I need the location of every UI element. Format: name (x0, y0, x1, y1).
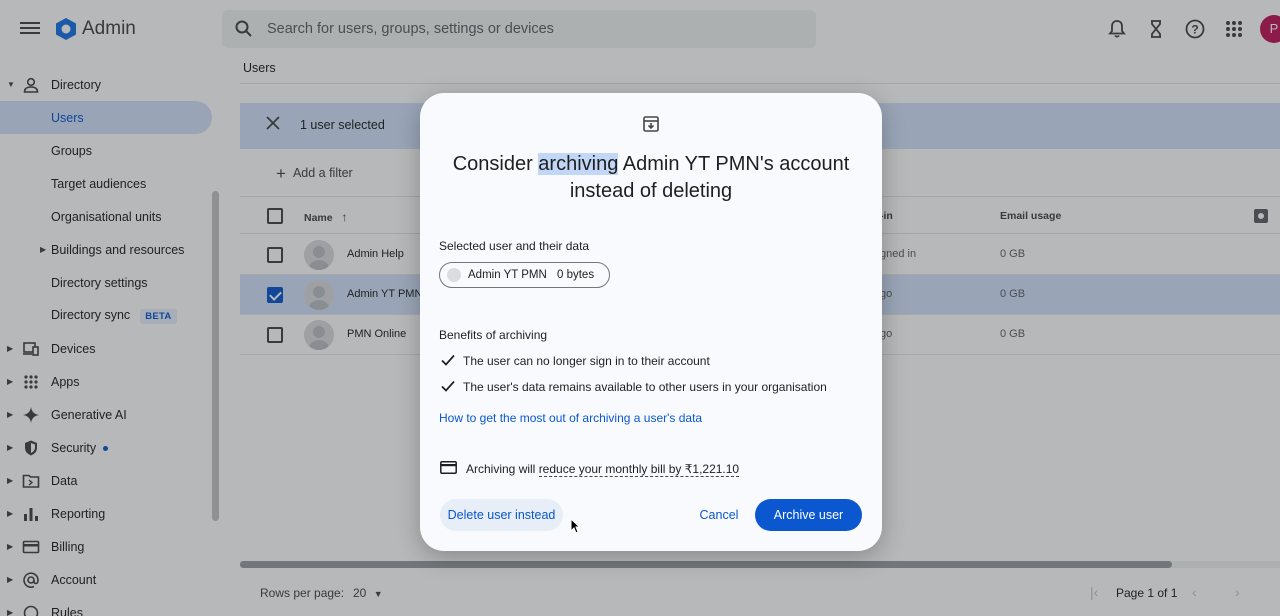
mouse-cursor-icon (570, 518, 580, 534)
chip-data-size: 0 bytes (557, 269, 595, 281)
chip-user-name: Admin YT PMN (468, 269, 547, 281)
dialog-title: Consider archiving Admin YT PMN's accoun… (452, 153, 850, 202)
bill-savings-tooltip[interactable]: reduce your monthly bill by ₹1,221.10 (538, 462, 740, 477)
archive-icon (643, 116, 659, 132)
avatar (447, 268, 461, 282)
selected-user-label: Selected user and their data (439, 239, 590, 253)
selected-user-chip: Admin YT PMN 0 bytes (439, 262, 610, 288)
archive-dialog: Consider archiving Admin YT PMN's accoun… (420, 93, 882, 551)
delete-user-instead-button[interactable]: Delete user instead (440, 499, 563, 531)
benefit-text: The user can no longer sign in to their … (463, 354, 710, 368)
credit-card-icon (440, 461, 457, 474)
cancel-button[interactable]: Cancel (690, 499, 748, 531)
check-icon (441, 354, 455, 366)
archive-user-button[interactable]: Archive user (755, 499, 862, 531)
benefit-text: The user's data remains available to oth… (463, 380, 827, 394)
check-icon (441, 380, 455, 392)
archiving-help-link[interactable]: How to get the most out of archiving a u… (439, 411, 702, 425)
benefits-heading: Benefits of archiving (439, 328, 548, 342)
